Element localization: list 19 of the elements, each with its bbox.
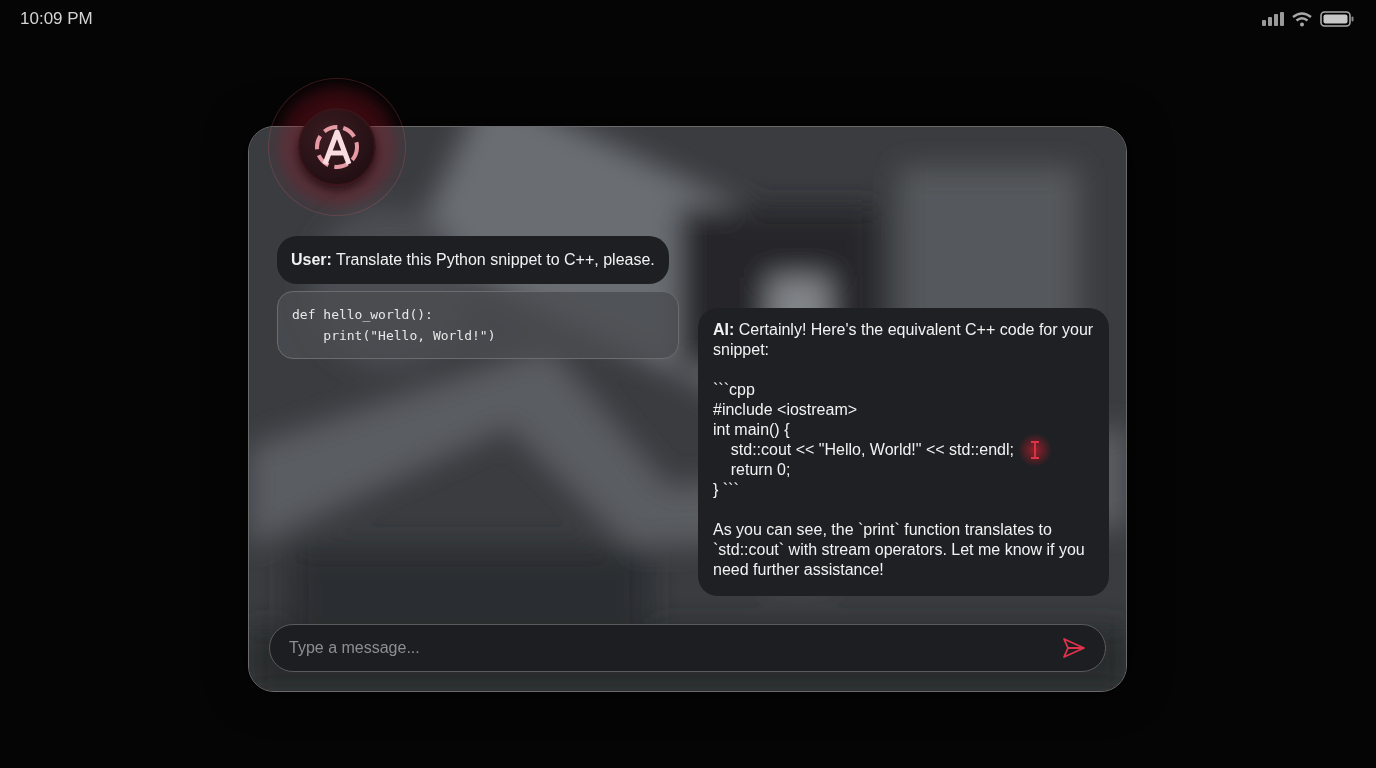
send-icon[interactable] [1062,637,1086,659]
signal-icon [1262,12,1284,26]
message-text: As you can see, the `print` function translates to `std::cout` with stream operators. Let me know if you need further assistance! [713,520,1086,580]
code-line: std::cout << "Hello, World!" << std::endl; [729,440,1014,460]
battery-icon [1320,11,1354,27]
text-cursor-icon [1018,433,1052,467]
code-line: ```cpp [713,380,755,400]
code-line: print("Hello, World!") [322,327,497,345]
user-message: User: Translate this Python snippet to C++, please. [277,236,669,284]
code-line: } ``` [713,480,739,500]
wifi-icon [1292,11,1312,27]
letter-logo-icon [314,124,360,170]
message-input[interactable]: Type a message... [269,624,1106,672]
code-line: return 0; [729,460,791,480]
code-line: def hello_world(): [292,306,434,324]
message-text: AI: Certainly! Here's the equivalent C++ code for your snippet: [713,320,1094,360]
code-line: #include <iostream> [713,400,858,420]
code-line: int main() { [713,420,790,440]
status-time: 10:09 PM [20,8,93,31]
